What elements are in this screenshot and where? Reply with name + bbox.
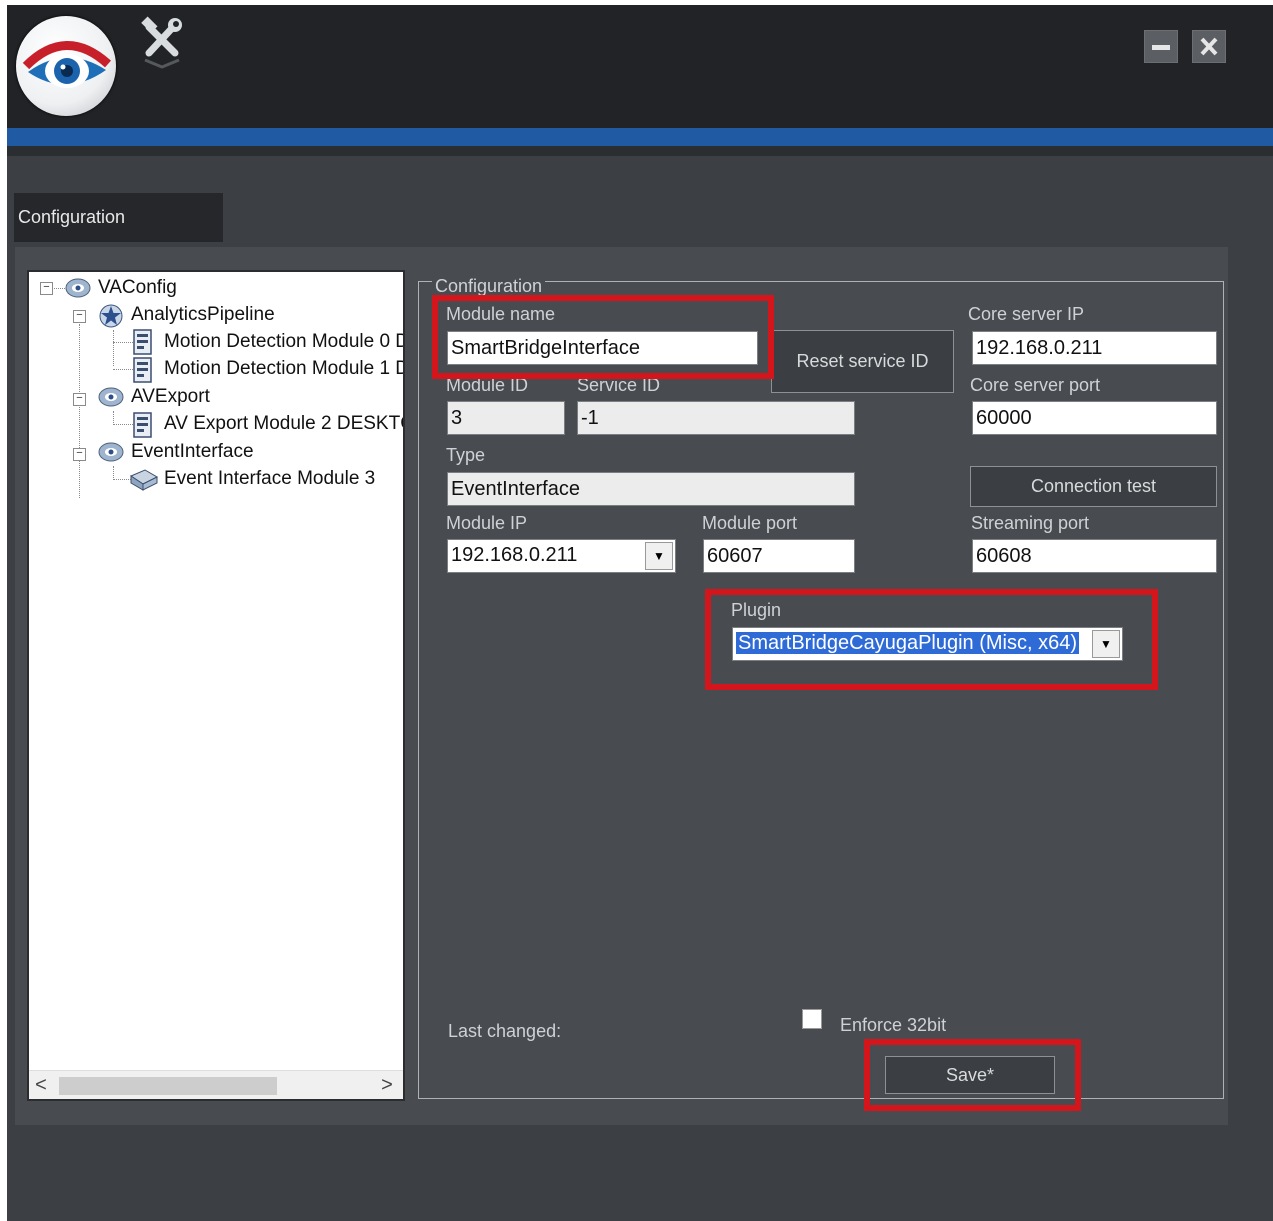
reset-service-id-button[interactable]: Reset service ID bbox=[771, 330, 954, 393]
tree-node-vaconfig[interactable]: VAConfig bbox=[98, 277, 177, 299]
highlight-plugin bbox=[705, 589, 1158, 690]
service-id-field bbox=[577, 401, 855, 435]
pipeline-star-icon bbox=[99, 304, 123, 328]
accent-bar bbox=[7, 128, 1273, 146]
scroll-right-arrow-icon[interactable]: > bbox=[377, 1073, 397, 1097]
core-server-ip-label: Core server IP bbox=[968, 304, 1085, 324]
core-server-port-label: Core server port bbox=[970, 375, 1101, 395]
scroll-thumb[interactable] bbox=[59, 1077, 277, 1095]
scroll-left-arrow-icon[interactable]: < bbox=[31, 1073, 51, 1097]
tree-connector bbox=[113, 466, 114, 480]
module-document-icon bbox=[133, 329, 152, 355]
tree-node-motion-detection-0[interactable]: Motion Detection Module 0 D bbox=[164, 331, 403, 353]
network-eye-icon bbox=[98, 387, 124, 407]
type-field bbox=[447, 472, 855, 506]
title-bar bbox=[7, 5, 1273, 128]
tree-node-avexport[interactable]: AVExport bbox=[131, 386, 210, 408]
streaming-port-input[interactable] bbox=[972, 539, 1217, 573]
tab-configuration[interactable]: Configuration bbox=[14, 193, 223, 242]
type-label: Type bbox=[446, 445, 486, 465]
tree-expander[interactable]: − bbox=[40, 282, 53, 295]
configuration-group-title: Configuration bbox=[432, 275, 546, 297]
close-button[interactable] bbox=[1192, 30, 1226, 63]
highlight-module-name bbox=[432, 295, 774, 379]
chevron-down-icon[interactable]: ▼ bbox=[645, 542, 673, 570]
module-ip-value: 192.168.0.211 bbox=[451, 544, 578, 566]
config-tree[interactable]: − VAConfig − AnalyticsPipeline Motion De… bbox=[27, 270, 405, 1101]
connection-test-button[interactable]: Connection test bbox=[970, 466, 1217, 507]
last-changed-label: Last changed: bbox=[448, 1021, 562, 1041]
tree-horizontal-scrollbar[interactable]: < > bbox=[29, 1070, 403, 1099]
tree-node-av-export-module-2[interactable]: AV Export Module 2 DESKTC bbox=[164, 413, 403, 435]
module-ip-label: Module IP bbox=[446, 513, 528, 533]
streaming-port-label: Streaming port bbox=[971, 513, 1090, 533]
core-server-port-input[interactable] bbox=[972, 401, 1217, 435]
network-eye-icon bbox=[65, 278, 91, 298]
network-eye-icon bbox=[98, 442, 124, 462]
tree-expander[interactable]: − bbox=[73, 310, 86, 323]
module-document-icon bbox=[133, 357, 152, 383]
module-port-label: Module port bbox=[702, 513, 798, 533]
close-icon bbox=[1200, 37, 1218, 56]
tree-node-motion-detection-1[interactable]: Motion Detection Module 1 D bbox=[164, 358, 403, 380]
core-server-ip-input[interactable] bbox=[972, 331, 1217, 365]
tree-connector bbox=[51, 288, 65, 289]
tree-expander[interactable]: − bbox=[73, 393, 86, 406]
module-document-icon bbox=[133, 412, 152, 438]
minimize-button[interactable] bbox=[1144, 30, 1178, 63]
eye-logo-icon bbox=[16, 16, 116, 116]
tree-connector bbox=[113, 411, 114, 425]
event-interface-icon bbox=[129, 469, 159, 491]
minimize-icon bbox=[1152, 45, 1170, 50]
module-id-field bbox=[447, 401, 565, 435]
wrench-hammer-icon[interactable] bbox=[137, 15, 187, 70]
tree-connector bbox=[113, 330, 114, 366]
tree-node-eventinterface[interactable]: EventInterface bbox=[131, 441, 254, 463]
tree-expander[interactable]: − bbox=[73, 448, 86, 461]
module-ip-combobox[interactable]: 192.168.0.211 ▼ bbox=[447, 539, 676, 573]
tree-connector bbox=[79, 324, 80, 498]
module-port-input[interactable] bbox=[703, 539, 855, 573]
tree-node-event-interface-module-3[interactable]: Event Interface Module 3 bbox=[164, 468, 375, 490]
enforce-32bit-checkbox[interactable] bbox=[802, 1009, 822, 1029]
enforce-32bit-label: Enforce 32bit bbox=[840, 1015, 947, 1035]
highlight-save bbox=[864, 1039, 1081, 1111]
tree-node-analytics-pipeline[interactable]: AnalyticsPipeline bbox=[131, 304, 275, 326]
header-divider bbox=[7, 146, 1273, 156]
